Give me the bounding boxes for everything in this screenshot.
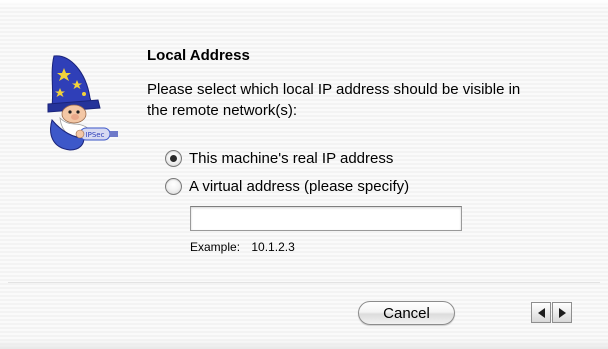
virtual-address-radio[interactable] — [165, 177, 182, 195]
real-ip-option[interactable]: This machine's real IP address — [165, 148, 393, 168]
wizard-icon: IPSec — [40, 46, 124, 156]
divider — [8, 282, 600, 283]
bottom-edge — [0, 339, 608, 349]
forward-button[interactable] — [552, 302, 572, 323]
top-edge — [0, 0, 608, 8]
radio-selected-dot — [170, 154, 177, 162]
virtual-address-input[interactable] — [190, 206, 462, 231]
virtual-address-label: A virtual address (please specify) — [189, 177, 410, 195]
example-hint: Example: 10.1.2.3 — [190, 240, 295, 254]
virtual-address-option[interactable]: A virtual address (please specify) — [165, 176, 409, 196]
cancel-button[interactable]: Cancel — [358, 301, 455, 325]
example-value: 10.1.2.3 — [251, 240, 295, 254]
ipsec-logo-text: IPSec — [86, 131, 105, 139]
triangle-left-icon — [537, 307, 545, 318]
prompt-text: Please select which local IP address sho… — [147, 81, 521, 119]
real-ip-radio[interactable] — [165, 149, 182, 167]
example-label: Example: — [190, 240, 241, 254]
dialog-title: Local Address — [147, 47, 250, 64]
triangle-right-icon — [558, 307, 566, 318]
back-button[interactable] — [531, 302, 551, 323]
real-ip-label: This machine's real IP address — [189, 149, 394, 167]
